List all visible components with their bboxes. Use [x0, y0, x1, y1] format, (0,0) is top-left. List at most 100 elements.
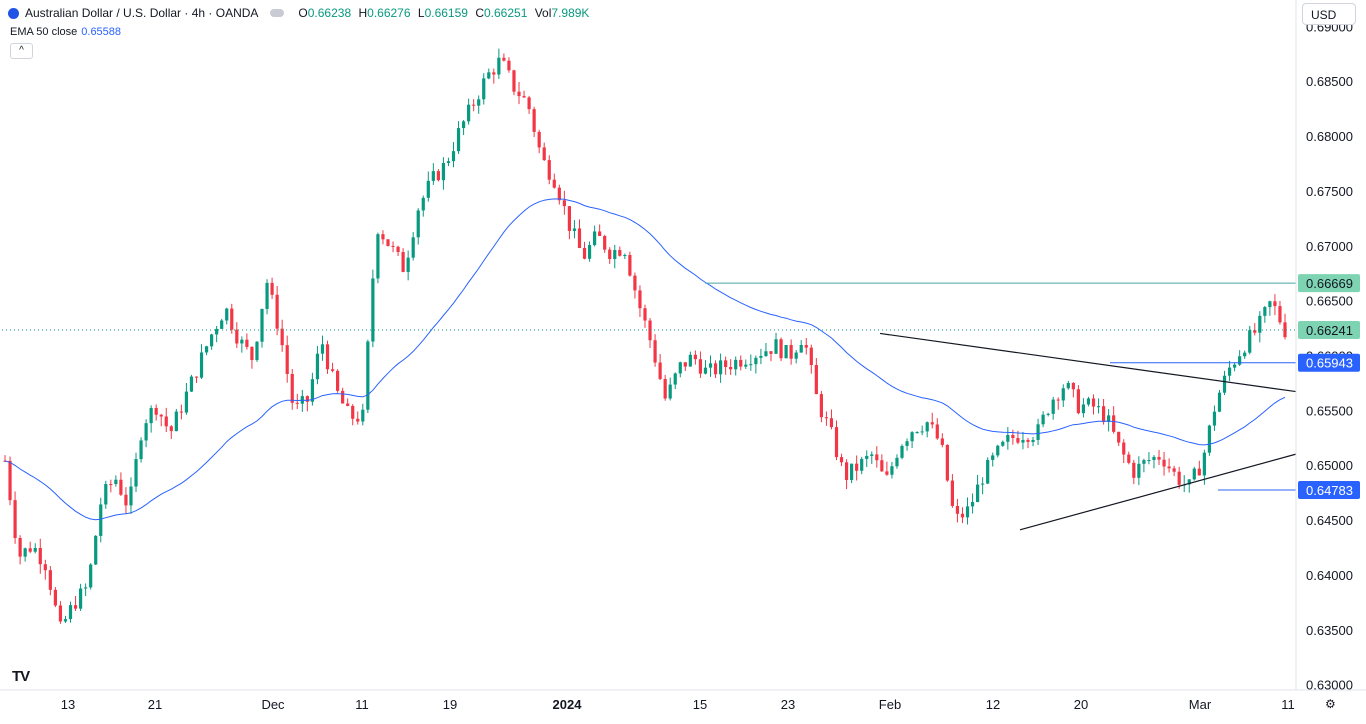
- candle-body: [184, 391, 189, 413]
- symbol-title[interactable]: Australian Dollar / U.S. Dollar · 4h · O…: [25, 6, 258, 20]
- candle-body: [829, 418, 834, 428]
- candle-body: [688, 354, 692, 367]
- candle-body: [18, 538, 22, 557]
- candle-body: [1086, 398, 1091, 405]
- candle-body: [225, 308, 229, 321]
- candle-body: [713, 363, 718, 375]
- candle-body: [89, 564, 93, 588]
- candle-body: [431, 171, 435, 181]
- candle-body: [1071, 382, 1075, 390]
- candle-body: [824, 417, 829, 419]
- price-label-text: 0.66669: [1306, 276, 1353, 291]
- candle-body: [1238, 356, 1242, 365]
- candle-body: [451, 151, 456, 162]
- candle-body: [63, 619, 68, 622]
- candle-body: [8, 460, 12, 501]
- candle-body: [1172, 468, 1176, 472]
- candle-body: [1066, 382, 1070, 389]
- candle-body: [1197, 468, 1201, 476]
- candle-body: [164, 416, 168, 427]
- candle-body: [970, 502, 975, 507]
- lower-trendline: [1019, 453, 1297, 531]
- candle-body: [1101, 406, 1106, 422]
- candles-layer: [3, 48, 1287, 624]
- candle-body: [1268, 301, 1272, 308]
- visibility-icon[interactable]: [270, 9, 285, 17]
- candle-body: [411, 237, 415, 258]
- candle-body: [134, 459, 138, 487]
- candle-body: [794, 352, 798, 359]
- candle-body: [315, 353, 320, 380]
- candle-body: [527, 97, 531, 110]
- price-label-text: 0.65943: [1306, 356, 1353, 371]
- candle-body: [341, 390, 345, 404]
- candle-body: [880, 460, 884, 472]
- candle-body: [1192, 468, 1196, 480]
- candle-body: [285, 345, 289, 374]
- price-tick-label: 0.68500: [1306, 74, 1353, 89]
- candle-body: [235, 329, 239, 344]
- candle-body: [335, 370, 340, 391]
- candle-body: [346, 403, 350, 406]
- candle-body: [149, 407, 153, 424]
- candle-body: [1091, 398, 1096, 407]
- candle-body: [960, 513, 965, 518]
- candle-body: [260, 308, 264, 342]
- collapse-legend-button[interactable]: ^: [10, 43, 33, 59]
- candle-body: [1056, 399, 1060, 401]
- currency-select[interactable]: USD: [1302, 3, 1356, 25]
- candle-body: [769, 351, 773, 354]
- settings-icon[interactable]: ⚙: [1325, 697, 1336, 711]
- candle-body: [43, 564, 47, 571]
- candle-body: [330, 369, 335, 371]
- candle-body: [598, 231, 602, 236]
- ema-legend[interactable]: EMA 50 close 0.65588: [10, 26, 121, 38]
- candle-body: [1051, 399, 1055, 414]
- candle-body: [295, 402, 299, 404]
- candle-body: [582, 247, 587, 259]
- ema-layer: [4, 198, 1286, 521]
- candle-body: [885, 471, 889, 475]
- candle-body: [270, 282, 274, 295]
- candle-body: [678, 362, 682, 374]
- candle-body: [99, 504, 103, 536]
- candle-body: [194, 376, 199, 378]
- open-value: 0.66238: [307, 6, 352, 20]
- candle-body: [1122, 442, 1126, 455]
- candle-body: [754, 357, 758, 365]
- time-tick-label: 11: [1281, 697, 1295, 712]
- ema-50-line: [4, 198, 1286, 521]
- candle-body: [502, 57, 506, 61]
- candle-body: [290, 373, 294, 403]
- candle-body: [981, 483, 985, 485]
- candle-body: [139, 440, 143, 460]
- candle-body: [996, 445, 1000, 456]
- candle-body: [199, 352, 204, 378]
- candle-body: [683, 362, 687, 367]
- ema-value: 0.65588: [81, 26, 122, 38]
- candle-body: [441, 162, 446, 181]
- candle-body: [169, 426, 173, 432]
- candle-body: [492, 72, 496, 75]
- price-tick-label: 0.65500: [1306, 403, 1353, 418]
- candle-body: [366, 341, 370, 410]
- candle-body: [729, 366, 733, 370]
- tradingview-logo[interactable]: TV: [12, 668, 30, 685]
- price-chart[interactable]: 0.690000.685000.680000.675000.670000.665…: [0, 0, 1366, 719]
- candle-body: [1142, 460, 1146, 464]
- candle-body: [860, 458, 864, 471]
- candle-body: [351, 405, 355, 419]
- candle-body: [124, 494, 128, 506]
- candle-body: [305, 396, 309, 402]
- candle-body: [38, 548, 42, 565]
- candle-body: [950, 480, 955, 506]
- candle-body: [643, 308, 647, 321]
- candle-body: [23, 548, 27, 557]
- candle-body: [1248, 330, 1252, 353]
- time-tick-label: 15: [693, 697, 707, 712]
- candle-body: [975, 484, 980, 503]
- price-tick-label: 0.67500: [1306, 184, 1353, 199]
- candle-body: [789, 345, 793, 359]
- candle-body: [910, 432, 914, 442]
- time-tick-label: Feb: [879, 697, 901, 712]
